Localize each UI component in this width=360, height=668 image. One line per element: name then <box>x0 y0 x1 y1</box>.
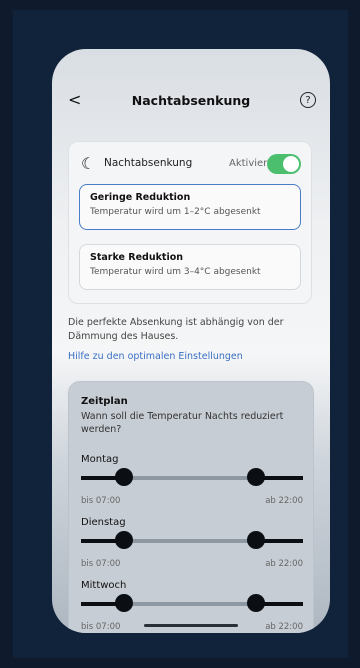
start-time: bis 07:00 <box>81 496 121 506</box>
slider-handle-end[interactable] <box>247 531 265 549</box>
settings-card: ☾ Nachtabsenkung Aktiviert Geringe Reduk… <box>68 141 312 304</box>
schedule-card: Zeitplan Wann soll die Temperatur Nachts… <box>68 381 314 633</box>
moon-icon: ☾ <box>81 154 96 173</box>
slider-handle-start[interactable] <box>115 594 133 612</box>
slider-handle-start[interactable] <box>115 531 133 549</box>
option-subtitle: Temperatur wird um 1–2°C abgesenkt <box>90 207 261 217</box>
option-subtitle: Temperatur wird um 3–4°C abgesenkt <box>90 267 261 277</box>
start-time: bis 07:00 <box>81 559 121 569</box>
night-mode-toggle[interactable] <box>267 154 301 174</box>
toggle-row: ☾ Nachtabsenkung Aktiviert <box>69 152 311 176</box>
phone-screen: < Nachtabsenkung ? ☾ Nachtabsenkung Akti… <box>52 49 330 633</box>
slider-handle-end[interactable] <box>247 594 265 612</box>
option-title: Starke Reduktion <box>90 252 184 263</box>
toggle-label: Nachtabsenkung <box>104 157 193 169</box>
slider-handle-end[interactable] <box>247 468 265 486</box>
back-button[interactable]: < <box>68 87 81 113</box>
option-title: Geringe Reduktion <box>90 192 191 203</box>
day-label: Dienstag <box>81 517 126 528</box>
status-text: Aktiviert <box>229 158 272 169</box>
day-label: Montag <box>81 454 119 465</box>
day-row-montag: Montag bis 07:00 ab 22:00 <box>81 454 303 514</box>
header: < Nachtabsenkung ? <box>52 87 330 113</box>
slider-handle-start[interactable] <box>115 468 133 486</box>
end-time: ab 22:00 <box>265 496 303 506</box>
schedule-title: Zeitplan <box>81 396 128 407</box>
end-time: ab 22:00 <box>265 559 303 569</box>
page-title: Nachtabsenkung <box>131 92 251 108</box>
toggle-knob <box>283 156 299 172</box>
option-light-reduction[interactable]: Geringe Reduktion Temperatur wird um 1–2… <box>79 184 301 230</box>
help-link[interactable]: Hilfe zu den optimalen Einstellungen <box>68 351 243 362</box>
help-icon[interactable]: ? <box>300 92 316 108</box>
option-strong-reduction[interactable]: Starke Reduktion Temperatur wird um 3–4°… <box>79 244 301 290</box>
info-note: Die perfekte Absenkung ist abhängig von … <box>68 317 284 342</box>
start-time: bis 07:00 <box>81 622 121 632</box>
day-label: Mittwoch <box>81 580 127 591</box>
home-indicator <box>144 624 238 627</box>
schedule-description: Wann soll die Temperatur Nachts reduzier… <box>81 411 284 435</box>
day-row-dienstag: Dienstag bis 07:00 ab 22:00 <box>81 517 303 577</box>
end-time: ab 22:00 <box>265 622 303 632</box>
